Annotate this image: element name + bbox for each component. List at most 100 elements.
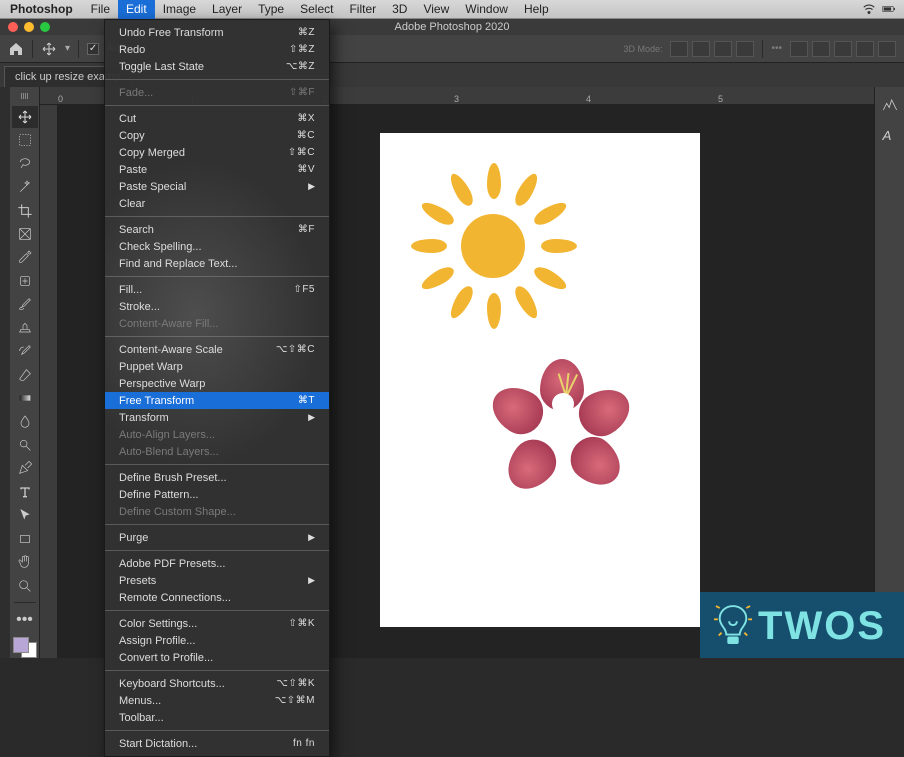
menu-view[interactable]: View	[415, 0, 457, 19]
menu-separator	[105, 276, 329, 277]
menu-item-remote-connections[interactable]: Remote Connections...	[105, 589, 329, 606]
lasso-tool-icon[interactable]	[12, 153, 38, 174]
pen-tool-icon[interactable]	[12, 458, 38, 479]
align-btn-1[interactable]	[670, 41, 688, 57]
menu-image[interactable]: Image	[155, 0, 204, 19]
menu-item-copy[interactable]: Copy⌘C	[105, 127, 329, 144]
menu-window[interactable]: Window	[457, 0, 516, 19]
3d-btn-5[interactable]	[878, 41, 896, 57]
menu-select[interactable]: Select	[292, 0, 341, 19]
type-tool-icon[interactable]	[12, 481, 38, 502]
menu-item-fill[interactable]: Fill...⇧F5	[105, 281, 329, 298]
menu-help[interactable]: Help	[516, 0, 557, 19]
move-tool-icon[interactable]	[12, 106, 38, 127]
flower-graphic	[516, 359, 608, 443]
path-selection-tool-icon[interactable]	[12, 505, 38, 526]
brush-tool-icon[interactable]	[12, 294, 38, 315]
menu-item-clear[interactable]: Clear	[105, 195, 329, 212]
menu-item-perspective-warp[interactable]: Perspective Warp	[105, 375, 329, 392]
rectangle-tool-icon[interactable]	[12, 528, 38, 549]
menu-item-copy-merged[interactable]: Copy Merged⇧⌘C	[105, 144, 329, 161]
menu-item-toolbar[interactable]: Toolbar...	[105, 709, 329, 726]
menu-item-find-and-replace-text[interactable]: Find and Replace Text...	[105, 255, 329, 272]
clone-stamp-tool-icon[interactable]	[12, 317, 38, 338]
menubar-tray	[862, 2, 904, 16]
color-swatches[interactable]	[13, 637, 37, 658]
move-tool-indicator-icon	[41, 41, 57, 57]
menu-item-paste-special[interactable]: Paste Special▶	[105, 178, 329, 195]
menu-item-assign-profile[interactable]: Assign Profile...	[105, 632, 329, 649]
character-panel-icon[interactable]: A	[880, 125, 900, 145]
align-btn-3[interactable]	[714, 41, 732, 57]
menu-item-content-aware-fill: Content-Aware Fill...	[105, 315, 329, 332]
histogram-panel-icon[interactable]	[880, 95, 900, 115]
menu-item-free-transform[interactable]: Free Transform⌘T	[105, 392, 329, 409]
align-btn-2[interactable]	[692, 41, 710, 57]
3d-btn-4[interactable]	[856, 41, 874, 57]
menu-separator	[105, 105, 329, 106]
3d-buttons	[790, 41, 896, 57]
3d-btn-1[interactable]	[790, 41, 808, 57]
menu-item-define-brush-preset[interactable]: Define Brush Preset...	[105, 469, 329, 486]
menu-item-color-settings[interactable]: Color Settings...⇧⌘K	[105, 615, 329, 632]
menu-item-undo-free-transform[interactable]: Undo Free Transform⌘Z	[105, 24, 329, 41]
magic-wand-tool-icon[interactable]	[12, 176, 38, 197]
tools-panel: •••	[10, 87, 40, 658]
menu-separator	[105, 670, 329, 671]
document-canvas[interactable]	[380, 133, 700, 627]
gradient-tool-icon[interactable]	[12, 387, 38, 408]
menu-item-search[interactable]: Search⌘F	[105, 221, 329, 238]
menu-type[interactable]: Type	[250, 0, 292, 19]
menu-separator	[105, 730, 329, 731]
menu-item-start-dictation[interactable]: Start Dictation...fn fn	[105, 735, 329, 752]
menu-item-check-spelling[interactable]: Check Spelling...	[105, 238, 329, 255]
menu-item-presets[interactable]: Presets▶	[105, 572, 329, 589]
align-btn-4[interactable]	[736, 41, 754, 57]
battery-icon	[882, 2, 896, 16]
menu-file[interactable]: File	[83, 0, 118, 19]
home-icon[interactable]	[8, 41, 24, 57]
menu-separator	[105, 79, 329, 80]
eyedropper-tool-icon[interactable]	[12, 247, 38, 268]
vertical-ruler	[40, 105, 58, 658]
menu-separator	[105, 610, 329, 611]
eraser-tool-icon[interactable]	[12, 364, 38, 385]
menu-item-stroke[interactable]: Stroke...	[105, 298, 329, 315]
menu-item-purge[interactable]: Purge▶	[105, 529, 329, 546]
menu-item-redo[interactable]: Redo⇧⌘Z	[105, 41, 329, 58]
app-name: Photoshop	[0, 2, 83, 16]
panel-drag-handle[interactable]	[14, 93, 36, 100]
menu-item-adobe-pdf-presets[interactable]: Adobe PDF Presets...	[105, 555, 329, 572]
blur-tool-icon[interactable]	[12, 411, 38, 432]
menu-filter[interactable]: Filter	[341, 0, 384, 19]
menu-item-paste[interactable]: Paste⌘V	[105, 161, 329, 178]
edit-toolbar-icon[interactable]: •••	[12, 609, 38, 630]
3d-btn-3[interactable]	[834, 41, 852, 57]
crop-tool-icon[interactable]	[12, 200, 38, 221]
frame-tool-icon[interactable]	[12, 223, 38, 244]
menu-item-menus[interactable]: Menus...⌥⇧⌘M	[105, 692, 329, 709]
menu-item-keyboard-shortcuts[interactable]: Keyboard Shortcuts...⌥⇧⌘K	[105, 675, 329, 692]
menu-layer[interactable]: Layer	[204, 0, 250, 19]
auto-select-checkbox[interactable]: ✓	[87, 43, 99, 55]
history-brush-tool-icon[interactable]	[12, 341, 38, 362]
menu-3d[interactable]: 3D	[384, 0, 415, 19]
menu-item-puppet-warp[interactable]: Puppet Warp	[105, 358, 329, 375]
more-options-icon[interactable]: •••	[771, 43, 782, 54]
healing-brush-tool-icon[interactable]	[12, 270, 38, 291]
hand-tool-icon[interactable]	[12, 551, 38, 572]
zoom-tool-icon[interactable]	[12, 575, 38, 596]
foreground-color-swatch[interactable]	[13, 637, 29, 653]
marquee-tool-icon[interactable]	[12, 130, 38, 151]
menu-separator	[105, 524, 329, 525]
3d-btn-2[interactable]	[812, 41, 830, 57]
menu-edit[interactable]: Edit	[118, 0, 155, 19]
dodge-tool-icon[interactable]	[12, 434, 38, 455]
menu-item-cut[interactable]: Cut⌘X	[105, 110, 329, 127]
menu-item-toggle-last-state[interactable]: Toggle Last State⌥⌘Z	[105, 58, 329, 75]
3d-mode-label: 3D Mode:	[623, 44, 662, 54]
menu-item-transform[interactable]: Transform▶	[105, 409, 329, 426]
menu-item-define-pattern[interactable]: Define Pattern...	[105, 486, 329, 503]
menu-item-content-aware-scale[interactable]: Content-Aware Scale⌥⇧⌘C	[105, 341, 329, 358]
edit-menu-dropdown: Undo Free Transform⌘ZRedo⇧⌘ZToggle Last …	[104, 19, 330, 757]
